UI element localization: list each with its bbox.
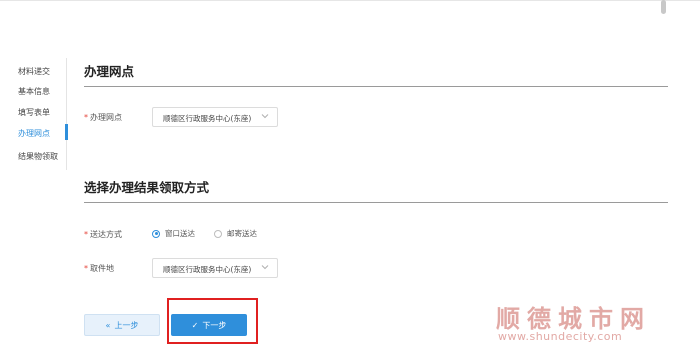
required-mark: * xyxy=(84,230,88,239)
radio-checked-icon xyxy=(152,229,160,238)
watermark-site-name: 顺德城市网 xyxy=(496,305,651,333)
step-sidebar: 材料递交 基本信息 填写表单 办理网点 结果物领取 xyxy=(0,58,70,170)
required-mark: * xyxy=(84,264,88,273)
service-point-select[interactable]: 顺德区行政服务中心(东座) xyxy=(152,107,278,127)
required-mark: * xyxy=(84,113,88,122)
highlight-box xyxy=(167,298,258,344)
prev-step-button[interactable]: « 上一步 xyxy=(84,314,160,336)
delivery-method-label: * 送达方式 xyxy=(84,230,122,239)
pickup-place-value: 顺德区行政服务中心(东座) xyxy=(163,265,252,274)
pickup-place-label: * 取件地 xyxy=(84,264,114,273)
top-border xyxy=(0,0,700,1)
prev-step-label: 上一步 xyxy=(114,320,139,330)
service-point-label: * 办理网点 xyxy=(84,113,122,122)
section-divider xyxy=(84,202,668,203)
sidebar-divider xyxy=(66,58,67,170)
radio-unchecked-icon xyxy=(214,229,222,238)
sidebar-item-result-pickup[interactable]: 结果物领取 xyxy=(18,151,58,162)
chevron-down-icon xyxy=(261,114,269,119)
sidebar-item-service-point[interactable]: 办理网点 xyxy=(18,128,50,139)
section-title-service-point: 办理网点 xyxy=(84,64,135,79)
double-chevron-left-icon: « xyxy=(105,320,111,330)
section-title-pickup-method: 选择办理结果领取方式 xyxy=(84,180,210,195)
chevron-down-icon xyxy=(261,265,269,270)
radio-window-delivery[interactable]: 窗口送达 xyxy=(152,228,195,239)
scrollbar-thumb[interactable] xyxy=(661,0,666,14)
service-point-value: 顺德区行政服务中心(东座) xyxy=(163,114,252,123)
watermark-url: www.shundecity.com xyxy=(498,330,623,343)
radio-mail-delivery[interactable]: 邮寄送达 xyxy=(214,228,257,239)
section-divider xyxy=(84,86,668,87)
sidebar-item-materials[interactable]: 材料递交 xyxy=(18,66,50,77)
sidebar-active-indicator xyxy=(65,124,68,140)
pickup-place-select[interactable]: 顺德区行政服务中心(东座) xyxy=(152,258,278,278)
watermark: 顺德城市网 www.shundecity.com xyxy=(496,299,644,349)
sidebar-item-basic-info[interactable]: 基本信息 xyxy=(18,86,50,97)
sidebar-item-fill-form[interactable]: 填写表单 xyxy=(18,107,50,118)
